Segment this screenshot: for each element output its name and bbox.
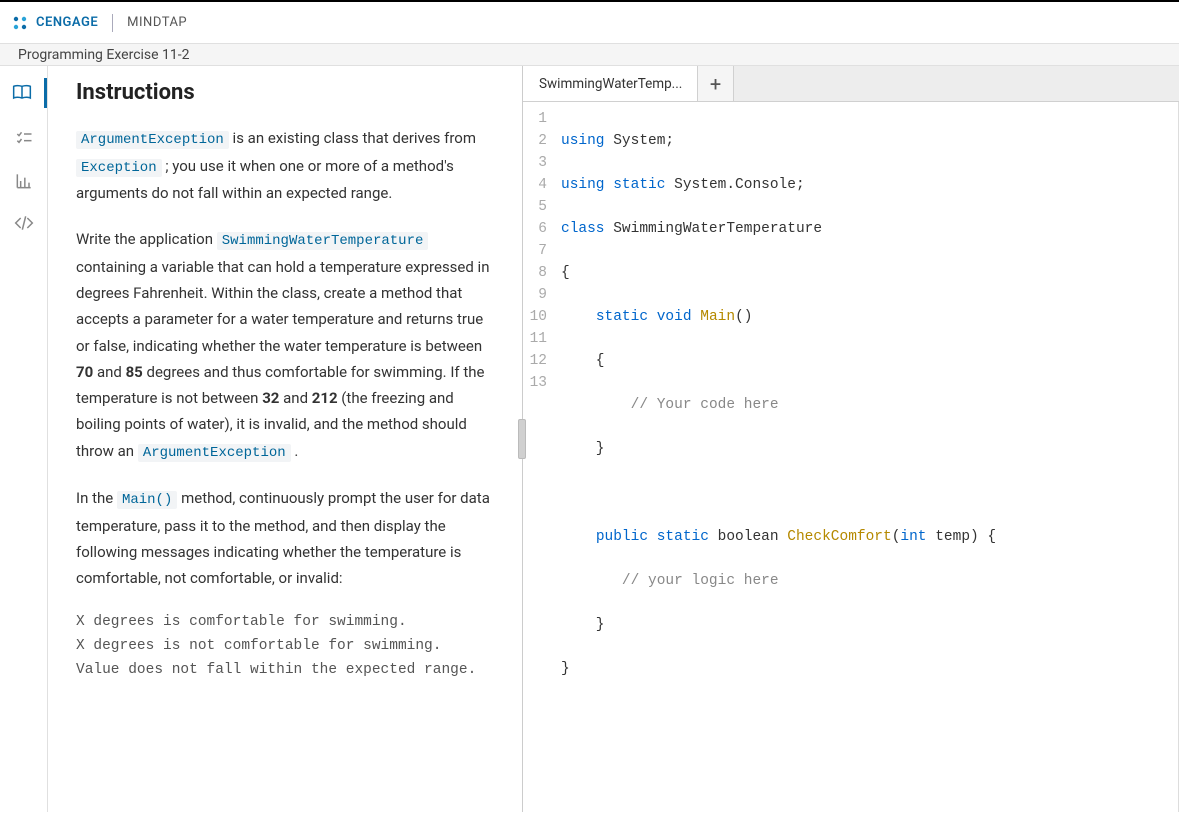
editor-panel: SwimmingWaterTemp... + 12345678910111213… [523, 66, 1179, 812]
cengage-logo-icon [10, 13, 30, 33]
book-icon[interactable] [0, 78, 47, 108]
code-line: { [561, 350, 996, 372]
editor-tabs: SwimmingWaterTemp... + [523, 66, 1179, 102]
code-line: } [561, 658, 996, 680]
instructions-p2: Write the application SwimmingWaterTempe… [76, 226, 494, 465]
add-tab-button[interactable]: + [698, 66, 734, 101]
instructions-p3: In the Main() method, continuously promp… [76, 485, 494, 591]
exercise-title: Programming Exercise 11-2 [18, 47, 190, 63]
instructions-heading: Instructions [48, 66, 522, 105]
code-line: public static boolean CheckComfort(int t… [561, 526, 996, 548]
code-ref: Exception [76, 159, 162, 177]
panel-resize-handle[interactable] [518, 419, 526, 459]
code-line: } [561, 614, 996, 636]
code-line: // Your code here [561, 394, 996, 416]
left-sidebar [0, 66, 47, 812]
brand-name: CENGAGE [36, 15, 98, 30]
code-ref: ArgumentException [138, 444, 291, 462]
code-line: class SwimmingWaterTemperature [561, 218, 996, 240]
chart-icon[interactable] [13, 170, 35, 192]
brand-separator [112, 14, 113, 32]
code-editor[interactable]: 12345678910111213 using System; using st… [523, 102, 1179, 812]
expected-output-block: X degrees is comfortable for swimming. X… [76, 611, 494, 683]
code-line: } [561, 438, 996, 460]
code-ref: ArgumentException [76, 131, 229, 149]
line-gutter: 12345678910111213 [523, 102, 555, 812]
code-line: using System; [561, 130, 996, 152]
checklist-icon[interactable] [13, 128, 35, 150]
code-line: { [561, 262, 996, 284]
tab-file[interactable]: SwimmingWaterTemp... [523, 66, 698, 101]
content-split: Instructions ArgumentException is an exi… [47, 66, 1179, 812]
code-content[interactable]: using System; using static System.Consol… [555, 102, 996, 812]
instructions-body: ArgumentException is an existing class t… [48, 105, 522, 812]
code-line: using static System.Console; [561, 174, 996, 196]
instructions-panel: Instructions ArgumentException is an exi… [47, 66, 523, 812]
brand-logo: CENGAGE MINDTAP [10, 13, 187, 33]
instructions-p1: ArgumentException is an existing class t… [76, 125, 494, 206]
code-line: static void Main() [561, 306, 996, 328]
code-ref: SwimmingWaterTemperature [217, 232, 429, 250]
app-header: CENGAGE MINDTAP [0, 2, 1179, 44]
code-ref: Main() [117, 491, 177, 509]
product-name: MINDTAP [127, 15, 187, 30]
code-line [561, 482, 996, 504]
main-content: Instructions ArgumentException is an exi… [0, 66, 1179, 812]
breadcrumb-bar: Programming Exercise 11-2 [0, 44, 1179, 66]
code-line: // your logic here [561, 570, 996, 592]
code-icon[interactable] [13, 212, 35, 234]
